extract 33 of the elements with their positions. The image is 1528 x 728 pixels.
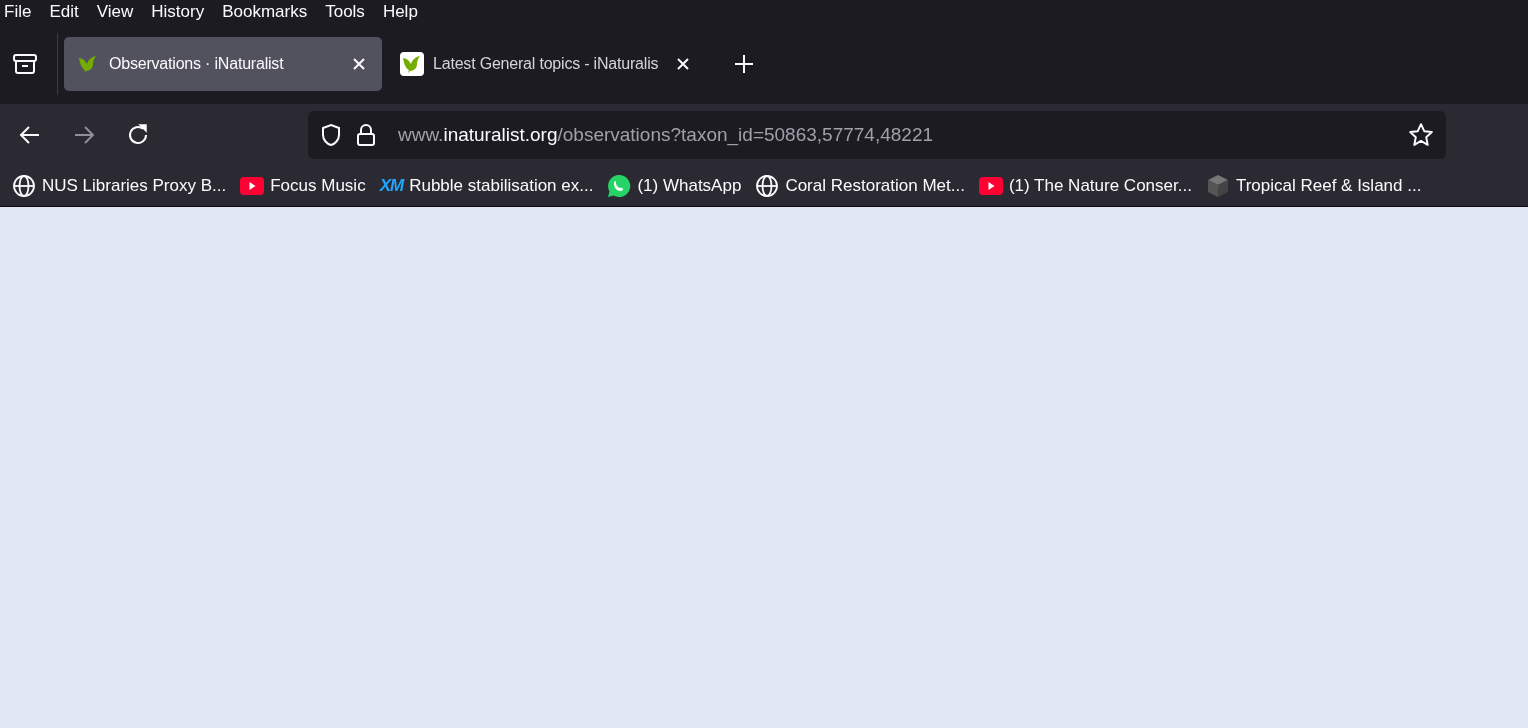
bookmark[interactable]: Tropical Reef & Island ... (1205, 173, 1422, 198)
close-icon[interactable] (676, 57, 690, 71)
play-icon (978, 176, 1003, 195)
globe-icon (755, 173, 780, 198)
play-icon (240, 176, 265, 195)
menu-item[interactable]: File (4, 1, 32, 23)
logo-icon: XM (379, 175, 404, 196)
reload-icon[interactable] (126, 122, 150, 147)
bookmark[interactable]: Coral Restoration Met... (755, 173, 965, 198)
close-icon[interactable] (352, 57, 366, 71)
bookmark[interactable]: NUS Libraries Proxy B... (12, 173, 227, 198)
cube-icon (1205, 173, 1230, 198)
address-bar[interactable]: www.inaturalist.org/observations?taxon_id=50863,57774,48221 (308, 110, 1446, 159)
browser-tab[interactable]: Latest General topics - iNaturalis (388, 37, 706, 91)
menu-item[interactable]: Help (382, 1, 418, 23)
chat-phone-icon (607, 173, 632, 198)
menu-item[interactable]: Tools (325, 1, 365, 23)
menu-item[interactable]: View (96, 1, 134, 23)
globe-icon (12, 173, 36, 198)
url-text: www.inaturalist.org/observations?taxon_id=50863,57774,48221 (398, 123, 935, 146)
menu-item[interactable]: History (151, 1, 205, 23)
bookmark[interactable]: (1) The Nature Conser... (978, 175, 1192, 196)
new-tab-icon[interactable] (734, 54, 754, 74)
star-icon[interactable] (1408, 121, 1434, 148)
shield-icon[interactable] (320, 122, 342, 147)
lock-icon[interactable] (356, 122, 376, 147)
bookmark[interactable]: Focus Music (240, 175, 366, 196)
menu-item[interactable]: Edit (49, 1, 79, 23)
browser-tab[interactable]: Observations · iNaturalist (64, 37, 382, 91)
bookmark[interactable]: (1) WhatsApp (607, 173, 742, 198)
bookmark[interactable]: XM Rubble stabilisation ex... (379, 175, 594, 196)
tab-list-icon[interactable] (11, 52, 38, 76)
menu-item[interactable]: Bookmarks (222, 1, 308, 23)
